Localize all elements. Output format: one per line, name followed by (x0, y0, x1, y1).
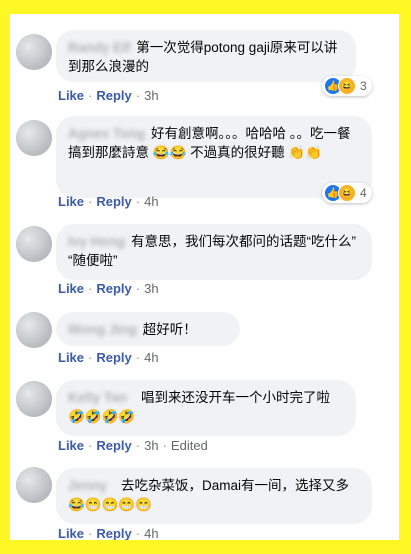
avatar[interactable] (16, 34, 52, 70)
timestamp[interactable]: 3h (144, 88, 158, 103)
avatar[interactable] (16, 120, 52, 156)
comment-actions: Like · Reply · 4h (58, 194, 159, 209)
reaction-summary[interactable]: 👍 😆 4 (322, 183, 372, 203)
comment-text: 超好听！ (142, 322, 197, 337)
haha-reaction-icon: 😆 (338, 77, 356, 95)
comment-bubble: Ivy Hong 有意思，我们每次都问的话题“吃什么” “随便啦” (56, 224, 372, 280)
commenter-name[interactable]: Wong Jing (68, 322, 137, 337)
separator: · (88, 88, 93, 103)
comment-actions: Like · Reply · 4h (58, 350, 159, 365)
separator: · (88, 438, 93, 453)
timestamp[interactable]: 4h (144, 526, 158, 540)
avatar[interactable] (16, 312, 52, 348)
timestamp[interactable]: 4h (144, 194, 158, 209)
avatar[interactable] (16, 381, 52, 417)
edited-label[interactable]: Edited (171, 438, 208, 453)
commenter-name[interactable]: Ivy Hong (68, 234, 125, 249)
like-button[interactable]: Like (58, 88, 84, 103)
separator: · (135, 350, 141, 365)
commenter-name[interactable]: Kelly Tan (68, 390, 127, 405)
like-button[interactable]: Like (58, 350, 84, 365)
separator: · (88, 281, 93, 296)
separator: · (88, 526, 93, 540)
reply-button[interactable]: Reply (96, 281, 131, 296)
comment-bubble: Wong Jing 超好听！ (56, 312, 240, 346)
timestamp[interactable]: 4h (144, 350, 158, 365)
separator: · (135, 281, 141, 296)
reaction-summary[interactable]: 👍 😆 3 (322, 76, 372, 96)
like-button[interactable]: Like (58, 281, 84, 296)
reply-button[interactable]: Reply (96, 88, 131, 103)
comment-bubble: Jenny 去吃杂菜饭，Damai有一间，选择又多😂😁😁😁😁 (56, 468, 372, 524)
like-button[interactable]: Like (58, 438, 84, 453)
reply-button[interactable]: Reply (96, 526, 131, 540)
like-button[interactable]: Like (58, 526, 84, 540)
reply-button[interactable]: Reply (96, 438, 131, 453)
separator: · (88, 350, 93, 365)
comment-actions: Like · Reply · 4h (58, 526, 159, 540)
comment-actions: Like · Reply · 3h · Edited (58, 438, 208, 453)
separator: · (88, 194, 93, 209)
comment-actions: Like · Reply · 3h (58, 88, 159, 103)
commenter-name[interactable]: Randy Elf (68, 40, 130, 55)
reaction-count: 4 (360, 186, 367, 200)
reply-button[interactable]: Reply (96, 194, 131, 209)
comment-actions: Like · Reply · 3h (58, 281, 159, 296)
comment-text: 去吃杂菜饭，Damai有一间，选择又多😂😁😁😁😁 (68, 478, 350, 512)
avatar[interactable] (16, 467, 52, 503)
like-button[interactable]: Like (58, 194, 84, 209)
comments-panel: Randy Elf 第一次觉得potong gaji原来可以讲到那么浪漫的 👍 😆 3… (10, 14, 399, 540)
commenter-name[interactable]: Agnes Tong (68, 126, 145, 141)
timestamp[interactable]: 3h (144, 438, 158, 453)
avatar[interactable] (16, 226, 52, 262)
comment-bubble: Kelly Tan 唱到来还没开车一个小时完了啦🤣🤣🤣🤣 (56, 380, 356, 436)
timestamp[interactable]: 3h (144, 281, 158, 296)
comment-bubble: Randy Elf 第一次觉得potong gaji原来可以讲到那么浪漫的 (56, 30, 356, 82)
separator: · (162, 438, 167, 453)
haha-reaction-icon: 😆 (338, 184, 356, 202)
separator: · (135, 194, 141, 209)
reaction-count: 3 (360, 79, 367, 93)
commenter-name[interactable]: Jenny (68, 478, 107, 493)
separator: · (135, 526, 141, 540)
separator: · (135, 438, 141, 453)
reply-button[interactable]: Reply (96, 350, 131, 365)
separator: · (135, 88, 141, 103)
